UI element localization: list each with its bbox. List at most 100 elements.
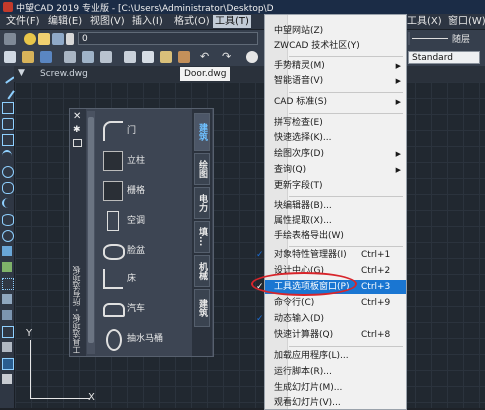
table-icon[interactable] xyxy=(2,342,12,352)
menu-item-quickcalc[interactable]: 快速计算器(Q) Ctrl+8 xyxy=(265,328,406,342)
palette-item-door[interactable]: 门 xyxy=(99,119,191,141)
lightbulb-icon[interactable] xyxy=(24,33,36,45)
menu-insert[interactable]: 插入(I) xyxy=(130,15,165,28)
menu-item-label: 中望网站(Z) xyxy=(274,26,324,36)
layer-color-icon[interactable] xyxy=(66,33,74,45)
new-icon[interactable] xyxy=(4,51,16,63)
menu-item-table-export[interactable]: 手绘表格导出(W) xyxy=(265,229,406,243)
cloud-icon[interactable] xyxy=(2,182,14,194)
menu-item-zwsoft-website[interactable]: 中望网站(Z) xyxy=(265,24,406,38)
menu-item-run-script[interactable]: 运行脚本(R)... xyxy=(265,365,406,379)
tab-door[interactable]: Door.dwg xyxy=(180,67,231,81)
ellipse-icon[interactable] xyxy=(2,214,14,226)
palette-tab-drawing[interactable]: 绘图 xyxy=(194,153,210,185)
menu-item-shortcut: Ctrl+8 xyxy=(361,330,391,340)
palette-item-basin[interactable]: 脸盆 xyxy=(99,239,191,261)
menu-item-update-fields[interactable]: 更新字段(T) xyxy=(265,179,406,193)
copy-icon[interactable] xyxy=(142,51,154,63)
menu-item-gesture[interactable]: 手势精灵(M) ▶ xyxy=(265,59,406,73)
menu-item-load-application[interactable]: 加载应用程序(L)... xyxy=(265,349,406,363)
print-icon[interactable] xyxy=(64,51,76,63)
tab-menu-icon[interactable]: ▼ xyxy=(18,68,25,78)
properties-menu-icon[interactable]: ✱ xyxy=(73,125,81,135)
point-icon[interactable] xyxy=(2,278,14,290)
menu-item-tech-community[interactable]: ZWCAD 技术社区(Y) xyxy=(265,39,406,53)
menu-format[interactable]: 格式(O) xyxy=(172,15,212,28)
grid-icon xyxy=(103,181,123,201)
palette-scrollbar[interactable] xyxy=(87,111,95,354)
menu-file[interactable]: 文件(F) xyxy=(4,15,42,28)
palette-item-grid[interactable]: 栅格 xyxy=(99,179,191,201)
menu-item-make-slide[interactable]: 生成幻灯片(M)... xyxy=(265,381,406,395)
mtext-icon[interactable] xyxy=(2,374,12,384)
menu-item-dynamic-input[interactable]: ✓ 动态输入(D) xyxy=(256,312,406,326)
ellipse-arc-icon[interactable] xyxy=(2,230,14,242)
palette-tab-electrical[interactable]: 电力 xyxy=(194,187,210,219)
arc-icon[interactable] xyxy=(2,150,12,162)
insert-block-icon[interactable] xyxy=(2,246,12,256)
menu-view[interactable]: 视图(V) xyxy=(88,15,127,28)
menu-item-properties[interactable]: ✓ 对象特性管理器(I) Ctrl+1 xyxy=(256,248,406,262)
open-icon[interactable] xyxy=(22,51,34,63)
redo-icon[interactable]: ↷ xyxy=(222,50,231,63)
menu-item-quick-select[interactable]: 快速选择(K)... xyxy=(265,131,406,145)
window-title: 中望CAD 2019 专业版 - [C:\Users\Administrator… xyxy=(16,4,274,14)
palette-item-column[interactable]: 立柱 xyxy=(99,149,191,171)
menu-item-label: 快速计算器(Q) xyxy=(274,330,334,340)
palette-tab-building[interactable]: 建筑 xyxy=(194,289,210,327)
tab-screw[interactable]: Screw.dwg xyxy=(36,67,92,81)
close-icon[interactable]: ✕ xyxy=(73,111,81,122)
menu-item-inquiry[interactable]: 查询(Q) ▶ xyxy=(265,163,406,177)
palette-titlebar[interactable]: ✕ ✱ 工具选项板 - 所有选项板 xyxy=(70,109,86,356)
menu-edit[interactable]: 编辑(E) xyxy=(46,15,84,28)
text-style-select[interactable]: Standard xyxy=(408,51,480,64)
paste-icon[interactable] xyxy=(160,51,172,63)
menu-item-label: 加载应用程序(L)... xyxy=(274,351,349,361)
menu-window[interactable]: 窗口(W) xyxy=(446,15,485,28)
palette-item-toilet[interactable]: 抽水马桶 xyxy=(99,327,191,351)
menu-tools[interactable]: 工具(T) xyxy=(213,15,251,28)
make-block-icon[interactable] xyxy=(2,262,12,272)
region-icon[interactable] xyxy=(2,326,14,338)
menu-item-attribute-extract[interactable]: 属性提取(X)... xyxy=(265,214,406,228)
preview-icon[interactable] xyxy=(82,51,94,63)
menu-item-voice[interactable]: 智能语音(V) ▶ xyxy=(265,74,406,88)
menu-item-draw-order[interactable]: 绘图次序(D) ▶ xyxy=(265,147,406,161)
hatch-icon[interactable] xyxy=(2,294,12,304)
scroll-thumb[interactable] xyxy=(88,117,94,343)
menu-tools-x[interactable]: 工具(X) xyxy=(405,15,444,28)
menu-item-label: 智能语音(V) xyxy=(274,76,324,86)
linetype-preview xyxy=(412,38,448,39)
palette-tab-mechanical[interactable]: 机械 xyxy=(194,255,210,287)
palette-item-ac[interactable]: 空调 xyxy=(99,209,191,231)
publish-icon[interactable] xyxy=(100,51,112,63)
menu-icon[interactable] xyxy=(73,139,82,147)
menu-separator xyxy=(289,113,403,114)
palette-tab-fill[interactable]: 填... xyxy=(194,221,210,253)
pan-icon[interactable] xyxy=(246,51,258,63)
undo-icon[interactable]: ↶ xyxy=(200,50,209,63)
palette-item-bed[interactable]: 床 xyxy=(99,267,191,289)
sun-icon[interactable] xyxy=(38,33,50,45)
menu-item-command-line[interactable]: 命令行(C) Ctrl+9 xyxy=(265,296,406,310)
layer-select[interactable]: 0 xyxy=(78,32,258,45)
palette-tab-architecture[interactable]: 建筑 xyxy=(194,113,210,151)
match-properties-icon[interactable] xyxy=(178,51,190,63)
wipeout-icon[interactable] xyxy=(2,358,14,370)
polygon-icon[interactable] xyxy=(2,118,14,130)
save-icon[interactable] xyxy=(40,51,52,63)
xline-icon[interactable] xyxy=(0,84,15,100)
polyline-icon[interactable] xyxy=(2,102,14,114)
line-icon[interactable] xyxy=(0,68,15,84)
menu-item-cad-standards[interactable]: CAD 标准(S) ▶ xyxy=(265,95,406,109)
palette-item-car[interactable]: 汽车 xyxy=(99,297,191,319)
circle-icon[interactable] xyxy=(2,166,14,178)
spline-icon[interactable] xyxy=(2,198,14,208)
menu-item-block-editor[interactable]: 块编辑器(B)... xyxy=(265,199,406,213)
gradient-icon[interactable] xyxy=(2,310,12,320)
cut-icon[interactable] xyxy=(124,51,136,63)
menu-item-spell-check[interactable]: 拼写检查(E) xyxy=(265,116,406,130)
rectangle-icon[interactable] xyxy=(2,134,14,146)
layers-icon[interactable] xyxy=(4,33,16,45)
lock-icon[interactable] xyxy=(52,33,64,45)
